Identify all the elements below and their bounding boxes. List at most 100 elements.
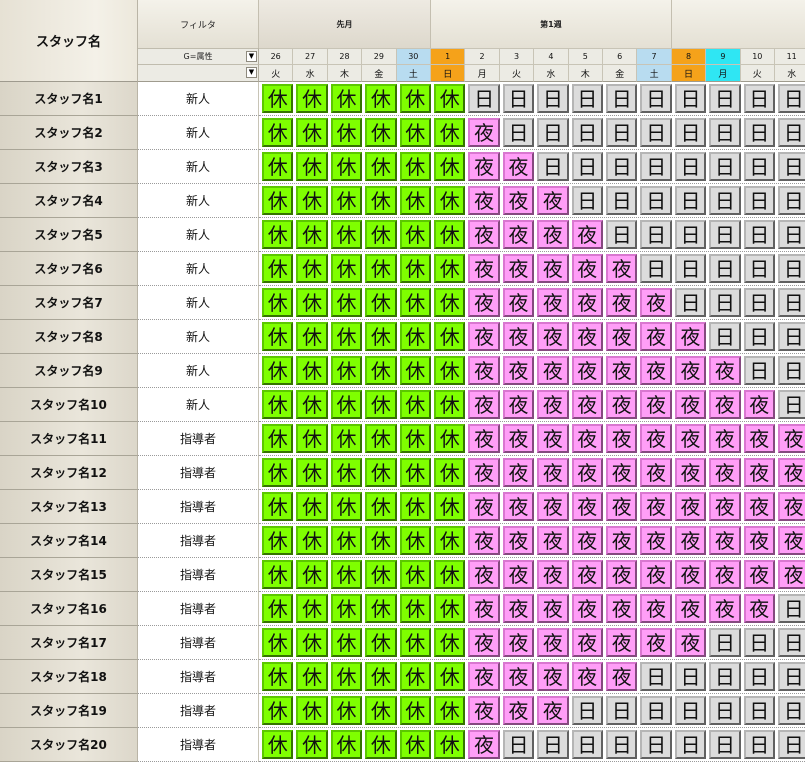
shift-cell-rest[interactable]: 休 (330, 594, 363, 623)
shift-cell-night[interactable]: 夜 (606, 492, 638, 521)
shift-cell-night[interactable]: 夜 (709, 594, 741, 623)
shift-cell-rest[interactable]: 休 (365, 152, 397, 181)
shift-cell-rest[interactable]: 休 (262, 628, 294, 657)
shift-cell-day[interactable]: 日 (743, 696, 775, 725)
shift-cell-rest[interactable]: 休 (330, 288, 363, 317)
shift-cell-night[interactable]: 夜 (502, 696, 535, 725)
staff-name-cell[interactable]: スタッフ名11 (0, 422, 138, 456)
shift-cell-night[interactable]: 夜 (640, 458, 672, 487)
shift-cell-day[interactable]: 日 (674, 152, 707, 181)
shift-cell-rest[interactable]: 休 (434, 458, 466, 487)
shift-cell-night[interactable]: 夜 (640, 628, 672, 657)
shift-cell-rest[interactable]: 休 (330, 220, 363, 249)
shift-cell-rest[interactable]: 休 (262, 526, 294, 555)
shift-cell-night[interactable]: 夜 (571, 458, 603, 487)
shift-cell-night[interactable]: 夜 (743, 594, 775, 623)
shift-cell-rest[interactable]: 休 (399, 696, 431, 725)
shift-cell-rest[interactable]: 休 (296, 390, 328, 419)
shift-cell-day[interactable]: 日 (778, 254, 805, 283)
shift-cell-night[interactable]: 夜 (468, 594, 500, 623)
shift-cell-night[interactable]: 夜 (674, 628, 707, 657)
shift-cell-rest[interactable]: 休 (365, 594, 397, 623)
staff-name-cell[interactable]: スタッフ名19 (0, 694, 138, 728)
shift-cell-rest[interactable]: 休 (262, 220, 294, 249)
shift-cell-rest[interactable]: 休 (399, 424, 431, 453)
staff-attribute-cell[interactable]: 新人 (138, 82, 259, 116)
shift-cell-day[interactable]: 日 (571, 118, 603, 147)
shift-cell-day[interactable]: 日 (640, 662, 672, 691)
shift-cell-night[interactable]: 夜 (674, 390, 707, 419)
shift-cell-night[interactable]: 夜 (571, 492, 603, 521)
shift-cell-rest[interactable]: 休 (365, 254, 397, 283)
shift-cell-rest[interactable]: 休 (262, 390, 294, 419)
shift-cell-rest[interactable]: 休 (330, 186, 363, 215)
shift-cell-rest[interactable]: 休 (330, 84, 363, 113)
shift-cell-day[interactable]: 日 (743, 152, 775, 181)
shift-cell-day[interactable]: 日 (674, 662, 707, 691)
shift-cell-night[interactable]: 夜 (674, 322, 707, 351)
shift-cell-night[interactable]: 夜 (537, 424, 569, 453)
staff-attribute-cell[interactable]: 新人 (138, 184, 259, 218)
shift-cell-day[interactable]: 日 (743, 220, 775, 249)
staff-attribute-cell[interactable]: 指導者 (138, 592, 259, 626)
shift-cell-night[interactable]: 夜 (468, 288, 500, 317)
shift-cell-rest[interactable]: 休 (330, 560, 363, 589)
shift-cell-night[interactable]: 夜 (640, 424, 672, 453)
shift-cell-rest[interactable]: 休 (434, 118, 466, 147)
shift-cell-rest[interactable]: 休 (365, 84, 397, 113)
chevron-down-icon[interactable]: ▼ (246, 51, 257, 62)
shift-cell-day[interactable]: 日 (778, 696, 805, 725)
staff-name-cell[interactable]: スタッフ名15 (0, 558, 138, 592)
shift-cell-day[interactable]: 日 (674, 254, 707, 283)
shift-cell-rest[interactable]: 休 (330, 118, 363, 147)
shift-cell-night[interactable]: 夜 (537, 628, 569, 657)
shift-cell-night[interactable]: 夜 (743, 526, 775, 555)
shift-cell-night[interactable]: 夜 (674, 458, 707, 487)
staff-attribute-cell[interactable]: 新人 (138, 320, 259, 354)
shift-cell-rest[interactable]: 休 (434, 322, 466, 351)
shift-cell-day[interactable]: 日 (674, 186, 707, 215)
shift-cell-night[interactable]: 夜 (468, 390, 500, 419)
shift-cell-night[interactable]: 夜 (640, 560, 672, 589)
shift-cell-day[interactable]: 日 (674, 288, 707, 317)
shift-cell-rest[interactable]: 休 (365, 560, 397, 589)
shift-cell-night[interactable]: 夜 (606, 424, 638, 453)
staff-attribute-cell[interactable]: 指導者 (138, 490, 259, 524)
shift-cell-rest[interactable]: 休 (262, 322, 294, 351)
shift-cell-day[interactable]: 日 (778, 220, 805, 249)
shift-cell-rest[interactable]: 休 (262, 458, 294, 487)
shift-cell-rest[interactable]: 休 (434, 186, 466, 215)
shift-cell-night[interactable]: 夜 (468, 424, 500, 453)
shift-cell-night[interactable]: 夜 (468, 662, 500, 691)
shift-cell-day[interactable]: 日 (778, 322, 805, 351)
shift-cell-rest[interactable]: 休 (434, 492, 466, 521)
shift-cell-rest[interactable]: 休 (330, 152, 363, 181)
shift-cell-day[interactable]: 日 (606, 84, 638, 113)
shift-cell-day[interactable]: 日 (709, 220, 741, 249)
shift-cell-night[interactable]: 夜 (468, 118, 500, 147)
shift-cell-rest[interactable]: 休 (296, 424, 328, 453)
shift-cell-night[interactable]: 夜 (606, 526, 638, 555)
shift-cell-rest[interactable]: 休 (330, 526, 363, 555)
shift-cell-night[interactable]: 夜 (537, 390, 569, 419)
shift-cell-day[interactable]: 日 (640, 118, 672, 147)
shift-cell-night[interactable]: 夜 (502, 526, 535, 555)
shift-cell-night[interactable]: 夜 (709, 424, 741, 453)
shift-cell-night[interactable]: 夜 (674, 424, 707, 453)
shift-cell-night[interactable]: 夜 (743, 424, 775, 453)
shift-cell-rest[interactable]: 休 (434, 356, 466, 385)
shift-cell-rest[interactable]: 休 (262, 84, 294, 113)
shift-cell-night[interactable]: 夜 (537, 526, 569, 555)
shift-cell-rest[interactable]: 休 (296, 730, 328, 759)
shift-cell-night[interactable]: 夜 (502, 662, 535, 691)
shift-cell-rest[interactable]: 休 (330, 492, 363, 521)
shift-cell-rest[interactable]: 休 (365, 730, 397, 759)
attribute-filter-dropdown[interactable]: G=属性 ▼ (138, 48, 259, 64)
shift-cell-night[interactable]: 夜 (640, 356, 672, 385)
shift-cell-night[interactable]: 夜 (468, 458, 500, 487)
staff-attribute-cell[interactable]: 新人 (138, 286, 259, 320)
shift-cell-rest[interactable]: 休 (365, 526, 397, 555)
shift-cell-rest[interactable]: 休 (399, 594, 431, 623)
shift-cell-night[interactable]: 夜 (640, 594, 672, 623)
shift-cell-rest[interactable]: 休 (399, 356, 431, 385)
